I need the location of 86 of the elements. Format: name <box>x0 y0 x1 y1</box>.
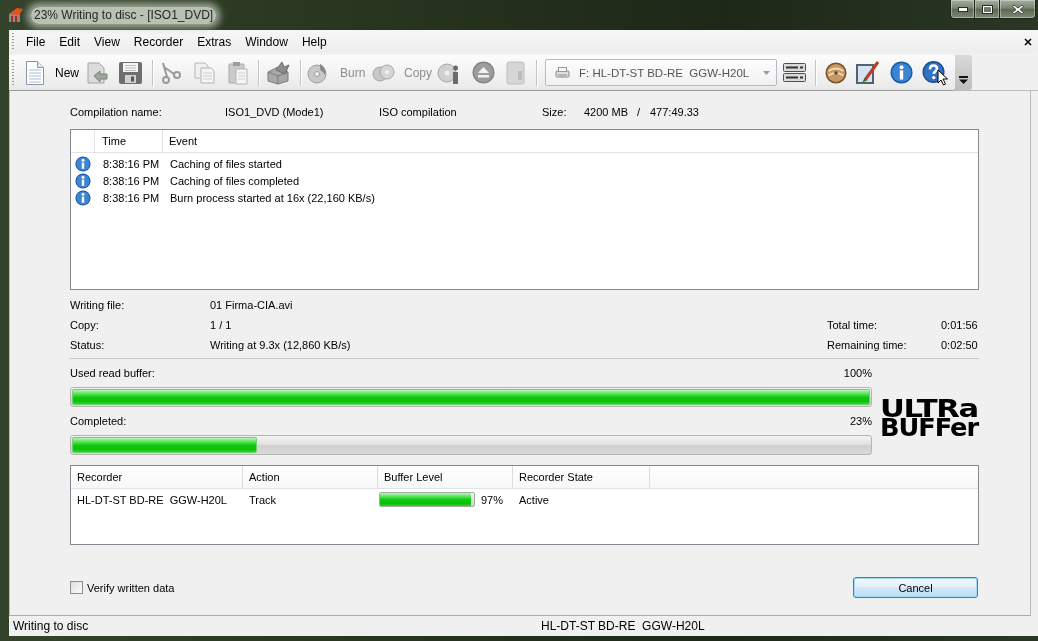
info-icon <box>75 155 91 172</box>
minimize-icon <box>957 6 968 12</box>
column-header[interactable]: Action <box>243 466 378 488</box>
time-label: Total time: <box>827 319 879 331</box>
recorder-action: Track <box>248 493 278 506</box>
drive-icon <box>555 66 570 79</box>
event-time: 8:38:16 PM <box>102 157 161 170</box>
time-value: 0:01:56 <box>941 319 979 331</box>
scissors-icon[interactable] <box>160 60 182 85</box>
column-header[interactable]: Event <box>163 130 978 152</box>
compilation-label: Compilation name: <box>70 106 163 118</box>
menu-item[interactable]: Help <box>294 31 334 52</box>
close-icon <box>1011 4 1024 14</box>
box-icon[interactable] <box>266 60 290 85</box>
duration-value: 477:49.33 <box>650 106 700 118</box>
grip-handle[interactable] <box>12 33 14 50</box>
progress-label: Completed: <box>70 415 127 427</box>
disc-icon <box>307 61 328 84</box>
event-time: 8:38:16 PM <box>102 191 161 204</box>
recorder-state: Active <box>518 493 550 506</box>
progress-label: Used read buffer: <box>70 367 155 379</box>
page-arrow-icon[interactable] <box>86 60 108 85</box>
event-text: Caching of files started <box>169 157 283 170</box>
logo-text: BUFFer <box>880 419 978 438</box>
maximize-icon <box>981 4 993 14</box>
window-title: 23% Writing to disc - [ISO1_DVD] <box>31 7 217 24</box>
field-value: Writing at 9.3x (12,860 KB/s) <box>210 339 352 351</box>
menu-item[interactable]: Window <box>238 31 295 52</box>
discs-icon <box>372 62 395 83</box>
event-text: Caching of files completed <box>169 174 300 187</box>
event-time: 8:38:16 PM <box>102 174 161 187</box>
field-label: Writing file: <box>70 299 126 311</box>
menu-item[interactable]: Edit <box>52 31 88 52</box>
compilation-type: ISO compilation <box>379 106 458 118</box>
close-button[interactable] <box>1000 0 1036 19</box>
progress-reading: 100% <box>843 367 872 379</box>
recorder-name: HL-DT-ST BD-RE GGW-H20L <box>76 493 228 506</box>
disc-icon[interactable] <box>825 61 847 84</box>
disc-info-icon[interactable] <box>437 60 460 85</box>
progress-reading: 23% <box>849 415 872 427</box>
save-icon[interactable] <box>118 60 143 85</box>
chevron-icon <box>959 76 968 84</box>
field-value: 01 Firma-CIA.avi <box>210 299 294 311</box>
field-label: Status: <box>70 339 106 351</box>
paint-brush-icon[interactable] <box>855 60 880 85</box>
size-label: Size: <box>542 106 568 118</box>
checkbox-label: Verify written data <box>87 581 175 594</box>
menu-item[interactable]: File <box>19 31 53 52</box>
column-header[interactable]: Time <box>95 130 163 152</box>
drive-select[interactable]: F: HL-DT-ST BD-RE GGW-H20L <box>545 59 777 86</box>
buffer-reading: 97% <box>481 493 504 506</box>
field-label: Copy: <box>70 319 100 331</box>
overflow-button[interactable] <box>955 55 972 90</box>
menu-item[interactable]: Extras <box>190 31 239 52</box>
info-icon <box>75 172 91 189</box>
cancel-button[interactable]: Cancel <box>853 577 978 598</box>
close-icon[interactable] <box>1024 37 1032 46</box>
caret-icon <box>763 70 770 75</box>
eject-icon[interactable] <box>472 61 495 84</box>
field-value: 1 / 1 <box>210 319 233 331</box>
time-value: 0:02:50 <box>941 339 979 351</box>
column-header[interactable]: Recorder State <box>513 466 650 488</box>
logo-text: ULTRa <box>880 400 978 419</box>
menu-item[interactable]: View <box>87 31 127 52</box>
time-label: Remaining time: <box>827 339 908 351</box>
status-drive: HL-DT-ST BD-RE GGW-H20L <box>541 619 705 633</box>
menu-item[interactable]: Recorder <box>126 31 191 52</box>
event-text: Burn process started at 16x (22,160 KB/s) <box>169 191 376 204</box>
document-icon <box>25 59 45 86</box>
column-header[interactable]: Buffer Level <box>378 466 513 488</box>
column-header[interactable]: Recorder <box>71 466 243 488</box>
app-icon <box>8 7 24 23</box>
status-message: Writing to disc <box>12 619 90 633</box>
drives-icon[interactable] <box>783 63 806 82</box>
compilation-name: ISO1_DVD (Mode1) <box>225 106 325 118</box>
clipboard-icon[interactable] <box>227 60 249 85</box>
verify-checkbox[interactable] <box>70 581 83 594</box>
new-button[interactable]: New <box>22 57 82 88</box>
info-icon <box>75 189 91 206</box>
info-icon[interactable] <box>890 61 913 84</box>
mouse-cursor-icon <box>937 69 948 86</box>
size-value: 4200 MB <box>584 106 630 118</box>
grip-handle[interactable] <box>12 59 14 86</box>
minimize-button[interactable] <box>950 0 975 19</box>
size-separator: / <box>637 106 642 118</box>
maximize-button[interactable] <box>975 0 1000 19</box>
